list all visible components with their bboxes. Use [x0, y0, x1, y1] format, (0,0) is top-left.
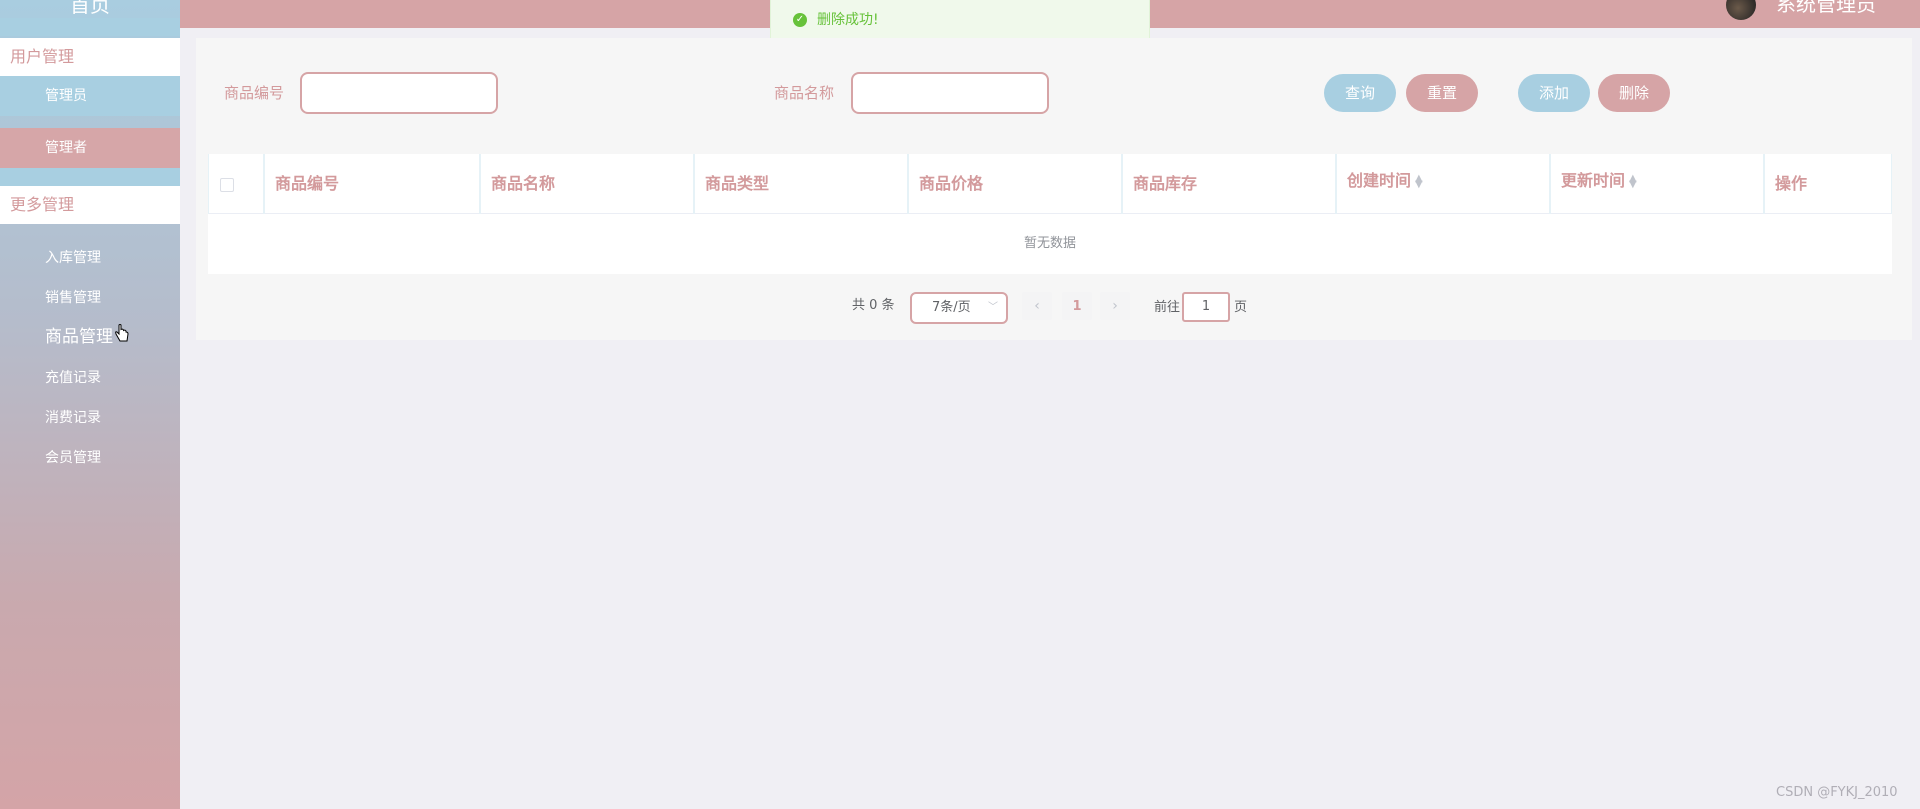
- goto-label: 前往: [1154, 300, 1181, 315]
- column-header-label: 商品名称: [491, 174, 556, 193]
- product-code-label: 商品编号: [224, 84, 285, 102]
- column-header-created[interactable]: 创建时间 ▲ ▼: [1336, 154, 1550, 214]
- page-suffix: 页: [1234, 300, 1248, 315]
- pagination-total: 共 0 条: [852, 298, 895, 313]
- sidebar-divider: [0, 168, 180, 186]
- current-page-number: 1: [1072, 299, 1082, 314]
- column-header: 商品编号: [264, 154, 480, 214]
- sidebar-group-user-management[interactable]: 用户管理: [0, 38, 180, 76]
- add-button[interactable]: 添加: [1518, 74, 1590, 112]
- select-all-checkbox[interactable]: [220, 178, 234, 192]
- sidebar-item-manager[interactable]: 管理者: [0, 128, 180, 168]
- check-circle-icon: ✓: [793, 13, 807, 27]
- sidebar-item-products[interactable]: 商品管理: [45, 327, 113, 347]
- select-all-column: [208, 154, 264, 214]
- column-header-label: 商品价格: [919, 174, 984, 193]
- sidebar-item-stock-in[interactable]: 入库管理: [45, 248, 101, 268]
- page-size-select[interactable]: 7条/页 ﹀: [910, 292, 1008, 324]
- sidebar-divider: [0, 18, 180, 36]
- chevron-right-icon: ›: [1112, 298, 1118, 314]
- reset-button[interactable]: 重置: [1406, 74, 1478, 112]
- watermark: CSDN @FYKJ_2010: [1776, 785, 1898, 800]
- column-header-updated[interactable]: 更新时间 ▲ ▼: [1550, 154, 1764, 214]
- sidebar-item-members[interactable]: 会员管理: [45, 448, 101, 468]
- column-header: 商品类型: [694, 154, 908, 214]
- column-header-label: 商品类型: [705, 174, 770, 193]
- column-header-label: 商品编号: [275, 174, 340, 193]
- column-header: 商品价格: [908, 154, 1122, 214]
- sidebar-item-consumption-records[interactable]: 消费记录: [45, 408, 101, 428]
- column-header-label: 商品库存: [1133, 174, 1198, 193]
- column-header: 商品库存: [1122, 154, 1336, 214]
- goto-page-input[interactable]: 1: [1182, 292, 1230, 322]
- toast-message: 删除成功!: [817, 12, 879, 28]
- query-button[interactable]: 查询: [1324, 74, 1396, 112]
- sidebar-item-sales[interactable]: 销售管理: [45, 288, 101, 308]
- delete-button[interactable]: 删除: [1598, 74, 1670, 112]
- sidebar-item-admin[interactable]: 管理员: [0, 76, 180, 116]
- sidebar-item-recharge-records[interactable]: 充值记录: [45, 368, 101, 388]
- column-header-label: 创建时间: [1347, 171, 1412, 190]
- sidebar: 首页 用户管理 管理员 管理者 更多管理 入库管理 销售管理 商品管理 充值记录…: [0, 0, 180, 809]
- sidebar-group-more-management[interactable]: 更多管理: [0, 186, 180, 224]
- chevron-down-icon: ﹀: [988, 302, 998, 313]
- product-name-label: 商品名称: [774, 84, 835, 102]
- page-number-button[interactable]: 1: [1062, 292, 1092, 320]
- empty-text: 暂无数据: [1023, 236, 1076, 251]
- column-header: 操作: [1764, 154, 1892, 214]
- success-toast: ✓ 删除成功!: [770, 0, 1150, 42]
- column-header-label: 操作: [1775, 174, 1808, 193]
- product-name-input[interactable]: [851, 72, 1049, 114]
- column-header: 商品名称: [480, 154, 694, 214]
- page-size-value: 7条/页: [932, 300, 971, 315]
- sort-caret-icon[interactable]: ▲ ▼: [1629, 173, 1637, 189]
- admin-name[interactable]: 系统管理员: [1776, 0, 1876, 14]
- product-code-input[interactable]: [300, 72, 498, 114]
- table-header: 商品编号 商品名称 商品类型 商品价格 商品库存 创建时间 ▲ ▼ 更新时间 ▲ ▼ 操…: [208, 154, 1892, 214]
- column-header-label: 更新时间: [1561, 171, 1626, 190]
- product-table: 商品编号 商品名称 商品类型 商品价格 商品库存 创建时间 ▲ ▼ 更新时间 ▲ ▼ 操…: [208, 154, 1892, 274]
- next-page-button[interactable]: ›: [1100, 292, 1130, 320]
- sidebar-home[interactable]: 首页: [0, 0, 180, 18]
- sort-caret-icon[interactable]: ▲ ▼: [1415, 173, 1423, 189]
- hand-cursor-icon: [115, 324, 129, 342]
- prev-page-button[interactable]: ‹: [1022, 292, 1052, 320]
- chevron-left-icon: ‹: [1034, 298, 1040, 314]
